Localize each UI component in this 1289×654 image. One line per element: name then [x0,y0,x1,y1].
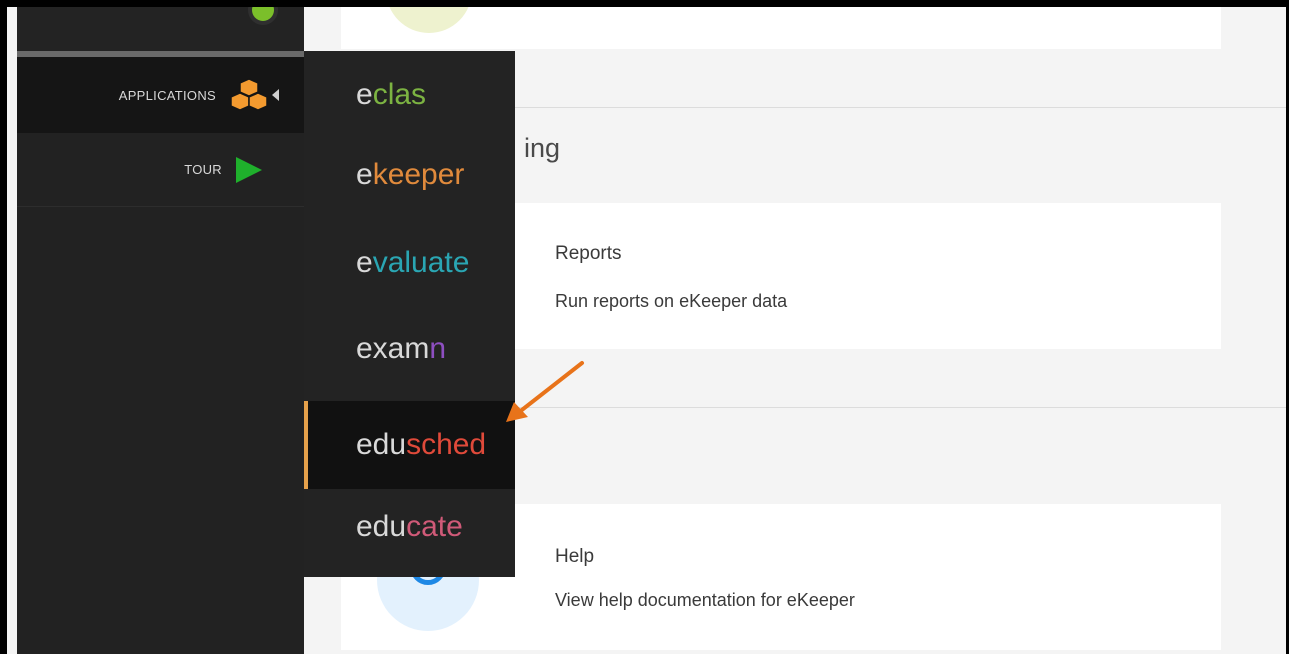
app-name-suffix: keeper [372,158,465,191]
app-name-suffix: clas [372,78,427,111]
sidebar-item-label: TOUR [184,162,222,177]
sidebar-item-label: APPLICATIONS [118,87,216,103]
app-name-suffix: cate [406,510,463,543]
app-name-prefix: e [356,246,373,279]
status-icon[interactable] [248,7,278,25]
card-title: Reports [555,243,622,264]
app-name-prefix: e [356,158,373,191]
app-name-prefix: exam [356,332,430,365]
app-item-examn[interactable]: exam n [304,305,515,393]
applications-dropdown: e clas e keeper e valuate exam n edu sched ed… [304,51,515,577]
app-name-suffix: n [429,332,447,365]
sidebar-item-applications[interactable]: APPLICATIONS [17,57,304,133]
app-name-prefix: e [356,78,373,111]
app-name-prefix: edu [356,428,407,461]
sidebar: APPLICATIONS TOUR [17,7,304,654]
app-item-educate[interactable]: edu cate [304,483,515,571]
card-icon-circle [386,7,472,33]
app-name-suffix: sched [406,428,487,461]
app-name-prefix: edu [356,510,407,543]
card-description: View help documentation for eKeeper [555,590,855,610]
annotation-arrow-icon [506,361,584,422]
card-title: Help [555,546,595,567]
section-heading: ing [524,133,561,163]
app-item-ekeeper[interactable]: e keeper [304,131,515,219]
app-name-suffix: valuate [372,246,470,279]
window-frame: APPLICATIONS TOUR ing Reports Run report… [0,0,1289,654]
sidebar-top [17,7,304,51]
chevron-left-icon [272,89,279,101]
card-description: Run reports on eKeeper data [555,291,788,311]
app-item-eclas[interactable]: e clas [304,51,515,139]
app-item-evaluate[interactable]: e valuate [304,219,515,307]
sidebar-item-tour[interactable]: TOUR [17,133,304,207]
cubes-icon [230,78,268,111]
play-icon [236,156,262,183]
app-item-edusched[interactable]: edu sched [304,401,515,489]
card-top[interactable] [341,7,1221,49]
